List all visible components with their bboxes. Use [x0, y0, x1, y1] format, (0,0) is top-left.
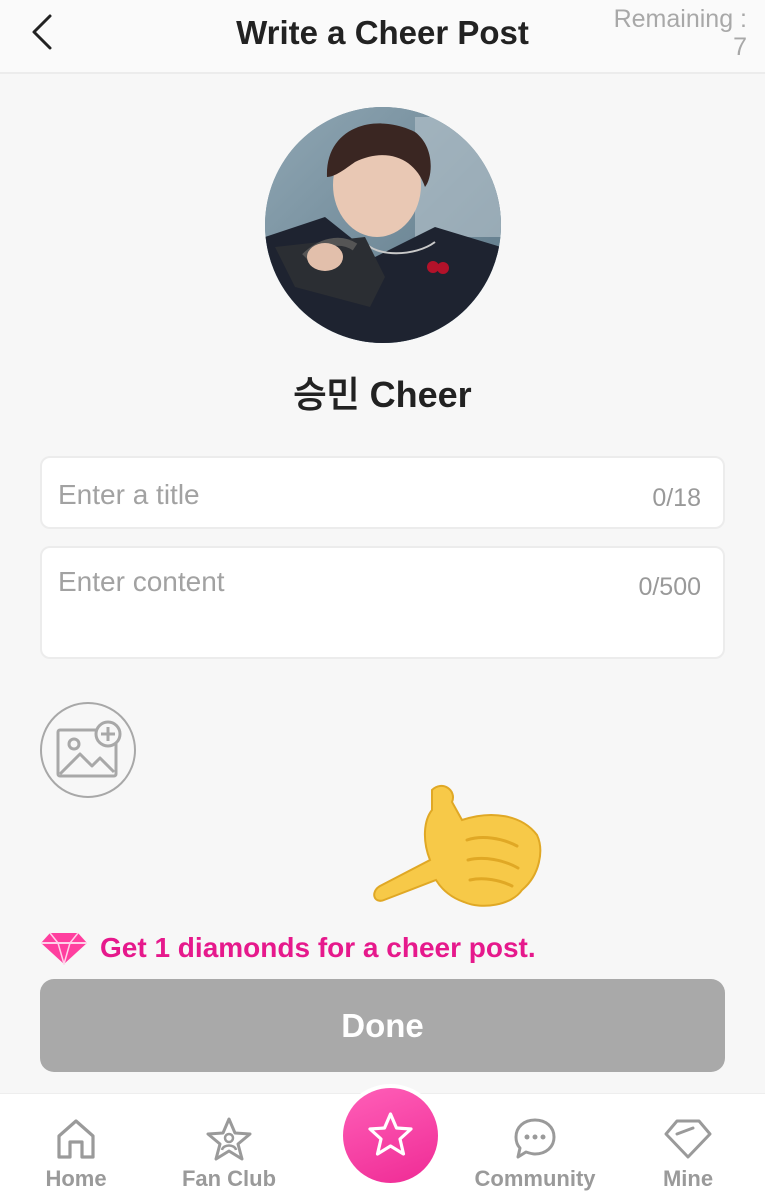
nav-item-cheer-star[interactable]: [343, 1088, 438, 1183]
screen: Write a Cheer Post Remaining : 7 승민 Chee…: [0, 0, 765, 1200]
avatar: [265, 107, 501, 343]
done-button[interactable]: Done: [40, 979, 725, 1072]
content-field[interactable]: 0/500: [40, 546, 725, 666]
avatar-photo: [265, 107, 501, 343]
nav-item-fan-club[interactable]: Fan Club: [170, 1094, 288, 1200]
content-input[interactable]: [58, 566, 618, 666]
nav-item-home[interactable]: Home: [20, 1094, 132, 1200]
tag-icon: [664, 1119, 712, 1159]
remaining-counter: Remaining : 7: [614, 5, 747, 61]
title-field[interactable]: 0/18: [40, 456, 725, 531]
remaining-count: 7: [733, 33, 747, 61]
remaining-label: Remaining :: [613, 5, 747, 33]
add-image-icon: [56, 720, 122, 778]
nav-label-community: Community: [474, 1166, 596, 1191]
nav-label-home: Home: [45, 1166, 107, 1191]
fan-club-icon: [206, 1117, 252, 1161]
reward-text: Get 1 diamonds for a cheer post.: [100, 932, 536, 963]
home-icon: [57, 1119, 95, 1159]
content-char-counter: 0/500: [638, 573, 701, 601]
nav-label-mine: Mine: [662, 1166, 714, 1191]
header: Write a Cheer Post Remaining : 7: [0, 0, 765, 74]
star-icon: [368, 1112, 413, 1156]
nav-item-mine[interactable]: Mine: [640, 1094, 736, 1200]
nav-label-fan-club: Fan Club: [181, 1166, 277, 1191]
chat-icon: [514, 1118, 556, 1159]
add-image-button[interactable]: [40, 702, 136, 798]
reward-info: Get 1 diamonds for a cheer post.: [40, 930, 536, 966]
title-input[interactable]: [58, 458, 618, 531]
cheer-title: 승민 Cheer: [293, 374, 472, 415]
pointing-hand-icon: [373, 784, 542, 907]
title-char-counter: 0/18: [652, 484, 701, 512]
diamond-icon: [41, 932, 87, 965]
nav-item-community[interactable]: Community: [465, 1094, 605, 1200]
